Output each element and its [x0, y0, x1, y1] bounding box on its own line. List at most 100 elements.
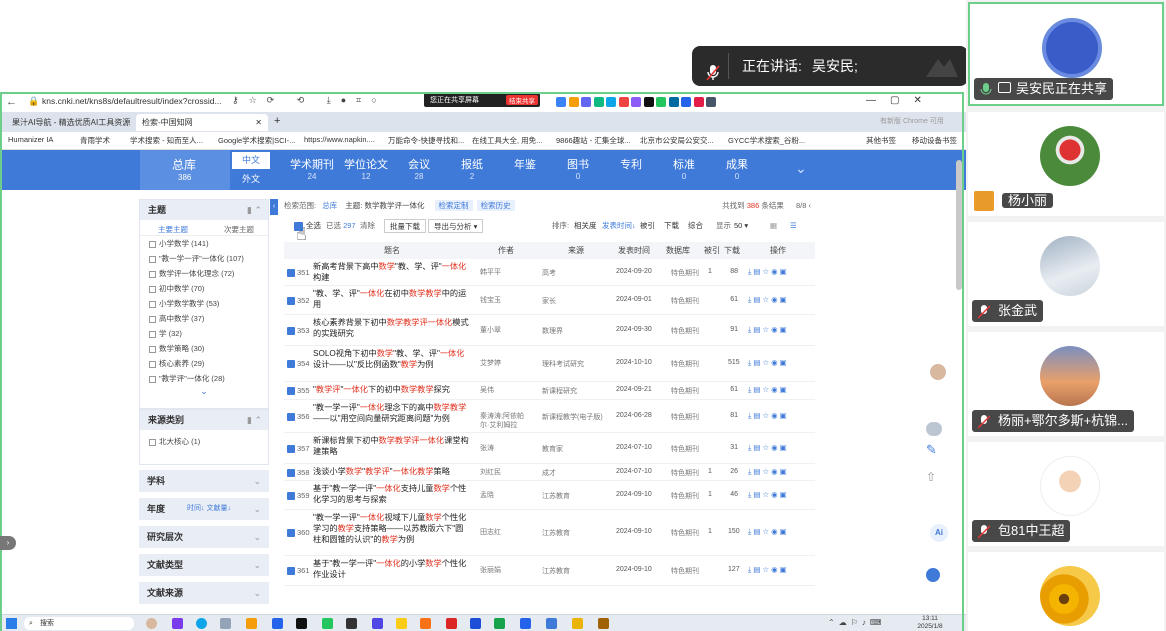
row-author[interactable]: 钱宝玉 — [480, 296, 528, 305]
participant-tile[interactable]: 包81中王超 — [968, 442, 1164, 546]
sort-downloads[interactable]: 下载 — [664, 216, 679, 236]
user-avatar-icon[interactable] — [930, 364, 946, 380]
row-checkbox[interactable] — [287, 491, 295, 500]
start-icon[interactable] — [6, 618, 17, 629]
nav-books[interactable]: 图书 0 — [553, 156, 603, 181]
nav-journals[interactable]: 学术期刊 24 — [287, 156, 337, 181]
bookmark-item[interactable]: 青雨学术 — [80, 135, 110, 146]
row-title-link[interactable]: 基于"教一学一评"一体化支持儿童数学个性化学习的思考与探索 — [313, 483, 471, 505]
topic-item[interactable]: 初中数学 (70) — [140, 281, 268, 296]
toolbar-icons[interactable]: ⚷☆⟳ ⟲ ⤓●⌗○ — [232, 95, 387, 106]
row-title-link[interactable]: "教一学一评"一体化理念下的高中数学教学——以"用空间向量研究距离问题"为例 — [313, 402, 471, 424]
nav-patents[interactable]: 专利 — [606, 156, 656, 172]
row-source[interactable]: 新课程研究 — [542, 386, 577, 396]
bookmark-item[interactable]: Humanizer IA — [8, 135, 53, 144]
collapse-sidebar-button[interactable]: ‹ — [270, 199, 278, 215]
topic-item[interactable]: 学 (32) — [140, 326, 268, 341]
bookmark-folder[interactable]: 其他书签 — [866, 135, 896, 146]
row-source[interactable]: 家长 — [542, 296, 556, 306]
bookmark-item[interactable]: https://www.napkin.... — [304, 135, 375, 144]
url-field[interactable]: kns.cnki.net/kns8s/defaultresult/index?c… — [42, 96, 222, 106]
app-icon[interactable] — [520, 618, 531, 629]
row-title-link[interactable]: 新高考背景下高中数学"教、学、评"一体化构建 — [313, 261, 471, 283]
app-icon[interactable] — [172, 618, 183, 629]
participant-tile[interactable]: 吴安民正在共享 — [968, 2, 1164, 106]
row-source[interactable]: 新课程教学(电子版) — [542, 412, 603, 422]
row-title-link[interactable]: 核心素养背景下初中数学教学评一体化模式的实践研究 — [313, 317, 471, 339]
row-actions-icons[interactable]: ⤓▤☆◉▣ — [748, 527, 789, 537]
filter-group-level[interactable]: 研究层次 ⌄ — [139, 526, 269, 548]
row-title-link[interactable]: "教学评"一体化下的初中数学教学探究 — [313, 384, 471, 395]
row-author[interactable]: 艾梦婷 — [480, 359, 528, 368]
select-all-label[interactable]: 全选 — [306, 216, 321, 236]
app-icon[interactable] — [598, 618, 609, 629]
row-title-link[interactable]: 新课标背景下初中数学教学评一体化课堂构建策略 — [313, 435, 471, 457]
bookmark-item[interactable]: GYCC学术搜索_谷粉... — [728, 135, 805, 146]
row-actions-icons[interactable]: ⤓▤☆◉▣ — [748, 565, 789, 575]
bookmark-item[interactable]: 北京市公安局公安交... — [640, 135, 714, 146]
row-checkbox[interactable] — [287, 387, 295, 395]
row-author[interactable]: 董小翠 — [480, 326, 528, 335]
app-icon[interactable] — [546, 618, 557, 629]
expand-topics-icon[interactable]: ⌄ — [140, 386, 268, 397]
window-controls[interactable]: —▢✕ — [866, 95, 936, 106]
stop-share-button[interactable]: 结束共享 — [506, 95, 538, 105]
chrome-update-button[interactable]: 有新版 Chrome 可用 — [880, 116, 944, 126]
row-actions-icons[interactable]: ⤓▤☆◉▣ — [748, 325, 789, 335]
app-icon[interactable] — [322, 618, 333, 629]
row-checkbox[interactable] — [287, 268, 295, 277]
row-title-link[interactable]: 基于"教一学一评"一体化的小学数学个性化作业设计 — [313, 558, 471, 580]
system-tray[interactable]: ⌃☁⚐♪⌨ — [828, 618, 885, 627]
app-icon[interactable] — [346, 618, 357, 629]
row-actions-icons[interactable]: ⤓▤☆◉▣ — [748, 467, 789, 477]
row-checkbox[interactable] — [287, 529, 295, 537]
grid-view-icon[interactable]: ▦ — [770, 216, 777, 236]
nav-theses[interactable]: 学位论文 12 — [341, 156, 391, 181]
app-icon[interactable] — [446, 618, 457, 629]
row-checkbox[interactable] — [287, 412, 295, 421]
bookmark-item[interactable]: Google学术搜索|SCI-... — [218, 135, 295, 146]
total-library-tab[interactable]: 总库 386 — [140, 150, 230, 190]
clear-button[interactable]: 清除 — [360, 216, 375, 236]
sort-relevance[interactable]: 相关度 — [574, 216, 597, 236]
tab-cnki[interactable]: 检索-中国知网 ✕ — [136, 114, 268, 131]
app-icon[interactable] — [396, 618, 407, 629]
tab-main-topic[interactable]: 主要主题 — [158, 224, 188, 235]
row-title-link[interactable]: "教、学、评"一体化在初中数学教学中的运用 — [313, 288, 471, 310]
row-actions-icons[interactable]: ⤓▤☆◉▣ — [748, 443, 789, 453]
sort-composite[interactable]: 综合 — [688, 216, 703, 236]
row-author[interactable]: 张涛 — [480, 444, 528, 453]
row-source[interactable]: 成才 — [542, 468, 556, 478]
new-tab-button[interactable]: + — [274, 115, 280, 127]
page-size-select[interactable]: 50 ▾ — [734, 216, 748, 236]
sort-date[interactable]: 发表时间↓ — [602, 216, 636, 236]
row-source[interactable]: 江苏教育 — [542, 491, 570, 501]
participant-tile[interactable]: 杨小丽 — [968, 112, 1164, 216]
chat-bubble-icon[interactable] — [926, 422, 942, 436]
participant-tile[interactable]: 杨丽+鄂尔多斯+杭锦... — [968, 332, 1164, 436]
taskbar-search[interactable]: ⌕ 搜索 — [24, 617, 134, 630]
row-author[interactable]: 田志红 — [480, 528, 528, 537]
app-icon[interactable] — [146, 618, 157, 629]
row-checkbox[interactable] — [287, 468, 295, 477]
participant-tile[interactable]: 张金武 — [968, 222, 1164, 326]
source-item[interactable]: 北大核心 (1) — [140, 434, 268, 449]
row-source[interactable]: 江苏教育 — [542, 528, 570, 538]
row-title-link[interactable]: 浅谈小学数学"教学评"一体化教学策略 — [313, 466, 471, 477]
sort-cited[interactable]: 被引 — [640, 216, 655, 236]
topic-item[interactable]: 核心素养 (29) — [140, 356, 268, 371]
batch-download-button[interactable]: 批量下载 — [384, 219, 426, 233]
back-to-top-icon[interactable]: ⇧ — [926, 470, 936, 484]
nav-achievements[interactable]: 成果 0 — [712, 156, 762, 181]
row-source[interactable]: 江苏教育 — [542, 566, 570, 576]
custom-search-button[interactable]: 检索定制 — [434, 200, 473, 211]
row-source[interactable]: 数理界 — [542, 326, 563, 336]
row-actions-icons[interactable]: ⤓▤☆◉▣ — [748, 411, 789, 421]
clock[interactable]: 13:11 2025/1/8 — [914, 615, 946, 631]
filter-group-year[interactable]: 年度 时间↓ 文献量↓ ⌄ — [139, 498, 269, 520]
app-icon[interactable] — [296, 618, 307, 629]
tab-secondary-topic[interactable]: 次要主题 — [224, 224, 254, 235]
lang-foreign-tab[interactable]: 外文 — [232, 171, 270, 188]
app-icon[interactable] — [572, 618, 583, 629]
nav-standards[interactable]: 标准 0 — [659, 156, 709, 181]
